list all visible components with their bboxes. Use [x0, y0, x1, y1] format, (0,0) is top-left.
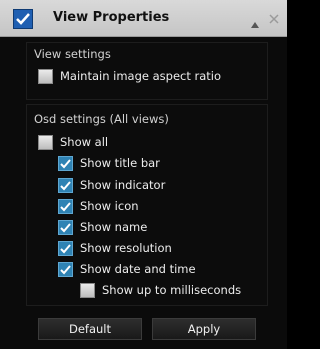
show-name-label: Show name: [80, 220, 148, 234]
checkmark-icon: [60, 202, 71, 212]
checkmark-icon: [60, 181, 71, 191]
show-date-time-label: Show date and time: [80, 262, 196, 276]
window-title: View Properties: [53, 10, 170, 25]
maintain-aspect-label: Maintain image aspect ratio: [60, 69, 222, 83]
default-button[interactable]: Default: [38, 318, 142, 340]
checkmark-icon: [60, 265, 71, 275]
checkmark-icon: [60, 223, 71, 233]
close-icon[interactable]: [269, 13, 279, 24]
show-date-time-checkbox[interactable]: [58, 262, 73, 277]
show-all-checkbox[interactable]: [38, 135, 53, 150]
show-title-bar-checkbox[interactable]: [58, 156, 73, 171]
checkmark-icon: [60, 159, 71, 169]
title-bar: View Properties: [0, 0, 287, 37]
show-indicator-label: Show indicator: [80, 178, 166, 192]
show-all-label: Show all: [60, 135, 109, 149]
show-indicator-checkbox[interactable]: [58, 178, 73, 193]
show-resolution-checkbox[interactable]: [58, 241, 73, 256]
show-icon-checkbox[interactable]: [58, 199, 73, 214]
show-title-bar-label: Show title bar: [80, 156, 160, 170]
show-resolution-label: Show resolution: [80, 241, 172, 255]
show-icon-label: Show icon: [80, 199, 139, 213]
apply-button[interactable]: Apply: [152, 318, 256, 340]
show-milliseconds-checkbox[interactable]: [80, 283, 95, 298]
show-name-checkbox[interactable]: [58, 220, 73, 235]
view-properties-panel: View Properties View settings Maintain i…: [0, 0, 287, 349]
show-milliseconds-label: Show up to milliseconds: [102, 283, 242, 297]
view-settings-label: View settings: [34, 47, 111, 61]
collapse-triangle-icon[interactable]: [251, 17, 259, 28]
osd-settings-label: Osd settings (All views): [34, 112, 169, 126]
checkmark-icon: [60, 244, 71, 254]
maintain-aspect-checkbox[interactable]: [38, 69, 53, 84]
checkbox-app-icon: [13, 9, 33, 29]
